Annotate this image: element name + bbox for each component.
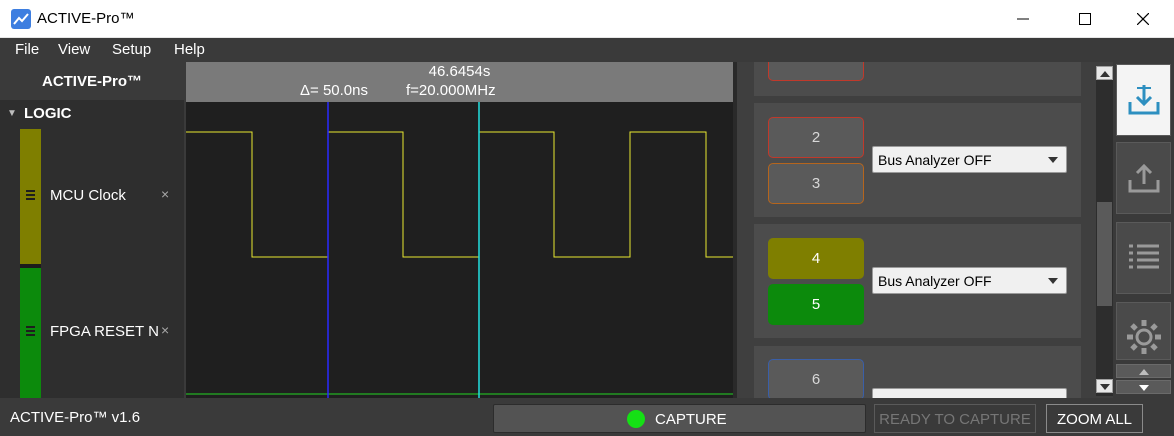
download-icon xyxy=(1128,85,1159,115)
list-icon xyxy=(1128,244,1159,269)
logic-section-label: LOGIC xyxy=(24,105,72,122)
minimize-icon xyxy=(1017,18,1029,20)
menu-setup[interactable]: Setup xyxy=(112,41,151,58)
frequency-readout: f=20.000MHz xyxy=(406,82,496,99)
chevron-down-icon xyxy=(1048,278,1058,284)
channel-group-3: 6 xyxy=(754,346,1081,398)
ready-label: READY TO CAPTURE xyxy=(879,411,1031,428)
channel-config-panel: 2 3 Bus Analyzer OFF 4 5 Bus Analyzer OF… xyxy=(737,62,1113,398)
maximize-icon xyxy=(1079,13,1091,25)
scroll-up-button[interactable] xyxy=(1096,66,1113,80)
minimize-button[interactable] xyxy=(1000,0,1046,38)
channel-button-label: 3 xyxy=(811,175,821,192)
chevron-down-icon xyxy=(1100,384,1110,390)
channel-group-0 xyxy=(754,62,1081,96)
channel-button-label: 5 xyxy=(811,296,821,313)
channel-button-label: 4 xyxy=(811,250,821,267)
channel-5-button[interactable]: 5 xyxy=(768,284,864,325)
config-scrollbar[interactable] xyxy=(1096,66,1113,396)
capture-button[interactable]: CAPTURE xyxy=(493,404,866,433)
version-label: ACTIVE-Pro™ v1.6 xyxy=(10,409,141,426)
time-ruler[interactable]: 46.6454s Δ= 50.0ns f=20.000MHz xyxy=(186,62,733,102)
title-bar: ACTIVE-Pro™ xyxy=(0,0,1174,38)
clock-signal-trace xyxy=(186,131,733,258)
bus-analyzer-select[interactable] xyxy=(872,388,1067,398)
zoom-label: ZOOM ALL xyxy=(1056,411,1133,428)
tool-strip xyxy=(1113,62,1174,398)
channel-row-fpga-reset[interactable]: FPGA RESET N × xyxy=(0,268,184,398)
tool-scroll-down-button[interactable] xyxy=(1116,380,1171,394)
delta-readout: Δ= 50.0ns xyxy=(300,82,368,99)
channel-list-panel: ACTIVE-Pro™ ▼ LOGIC MCU Clock × FPGA RES… xyxy=(0,62,184,398)
device-header: ACTIVE-Pro™ xyxy=(0,62,184,100)
channel-6-button[interactable]: 6 xyxy=(768,359,864,398)
chevron-down-icon xyxy=(1048,157,1058,163)
channel-name: MCU Clock xyxy=(50,187,126,204)
drag-handle-icon[interactable] xyxy=(26,190,35,202)
import-button[interactable] xyxy=(1116,64,1171,136)
tool-scroll-up-button[interactable] xyxy=(1116,364,1171,378)
channel-row-mcu-clock[interactable]: MCU Clock × xyxy=(0,129,184,264)
menu-file[interactable]: File xyxy=(15,41,39,58)
collapse-triangle-icon[interactable]: ▼ xyxy=(7,108,17,119)
drag-handle-icon[interactable] xyxy=(26,326,35,338)
device-name: ACTIVE-Pro™ xyxy=(41,73,142,90)
app-logo-icon xyxy=(11,9,31,29)
zoom-all-button[interactable]: ZOOM ALL xyxy=(1046,404,1143,433)
settings-gear-icon xyxy=(1126,320,1161,354)
bus-analyzer-value: Bus Analyzer OFF xyxy=(878,152,992,168)
channel-group-2: 4 5 Bus Analyzer OFF xyxy=(754,224,1081,338)
chevron-up-icon xyxy=(1139,369,1149,375)
list-view-button[interactable] xyxy=(1116,222,1171,294)
channel-group-1: 2 3 Bus Analyzer OFF xyxy=(754,103,1081,217)
chevron-down-icon xyxy=(1139,385,1149,391)
scroll-thumb[interactable] xyxy=(1097,202,1112,306)
maximize-button[interactable] xyxy=(1062,0,1108,38)
upload-icon xyxy=(1128,163,1159,193)
channel-3-button[interactable]: 3 xyxy=(768,163,864,204)
menu-help[interactable]: Help xyxy=(174,41,205,58)
bus-analyzer-select[interactable]: Bus Analyzer OFF xyxy=(872,267,1067,294)
channel-button-label: 2 xyxy=(811,129,821,146)
menu-view[interactable]: View xyxy=(58,41,90,58)
channel-2-button[interactable]: 2 xyxy=(768,117,864,158)
window-title: ACTIVE-Pro™ xyxy=(37,10,135,27)
settings-button[interactable] xyxy=(1116,302,1171,360)
channel-button-label: 6 xyxy=(811,371,821,388)
menu-bar: File View Setup Help xyxy=(0,38,1174,62)
remove-channel-icon[interactable]: × xyxy=(161,186,169,202)
channel-name: FPGA RESET N xyxy=(50,323,159,340)
channel-button[interactable] xyxy=(768,62,864,81)
bus-analyzer-value: Bus Analyzer OFF xyxy=(878,273,992,289)
close-button[interactable] xyxy=(1120,0,1166,38)
scroll-down-button[interactable] xyxy=(1096,379,1113,393)
waveform-view[interactable]: 46.6454s Δ= 50.0ns f=20.000MHz xyxy=(186,62,733,398)
capture-status-dot-icon xyxy=(627,410,645,428)
capture-label: CAPTURE xyxy=(655,411,727,428)
ready-to-capture-button[interactable]: READY TO CAPTURE xyxy=(874,404,1036,433)
waveform-plot[interactable] xyxy=(186,102,733,398)
logic-section-header[interactable]: ▼ LOGIC xyxy=(0,102,184,126)
status-bar: ACTIVE-Pro™ v1.6 CAPTURE READY TO CAPTUR… xyxy=(0,398,1174,436)
close-icon xyxy=(1137,13,1149,25)
cursor-time-readout: 46.6454s xyxy=(428,63,491,80)
channel-4-button[interactable]: 4 xyxy=(768,238,864,279)
remove-channel-icon[interactable]: × xyxy=(161,322,169,338)
chevron-up-icon xyxy=(1100,71,1110,77)
bus-analyzer-select[interactable]: Bus Analyzer OFF xyxy=(872,146,1067,173)
export-button[interactable] xyxy=(1116,142,1171,214)
